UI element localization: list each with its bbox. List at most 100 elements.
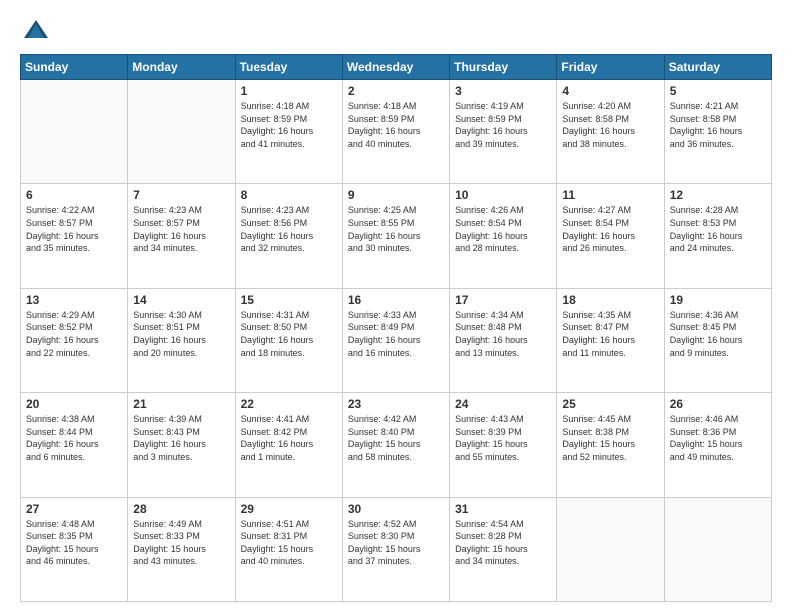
day-info: Sunrise: 4:21 AM Sunset: 8:58 PM Dayligh… bbox=[670, 100, 766, 150]
day-number: 12 bbox=[670, 188, 766, 202]
day-info: Sunrise: 4:42 AM Sunset: 8:40 PM Dayligh… bbox=[348, 413, 444, 463]
calendar-cell: 25Sunrise: 4:45 AM Sunset: 8:38 PM Dayli… bbox=[557, 393, 664, 497]
calendar-cell: 29 Sunrise: 4:51 AM Sunset: 8:31 PM Dayli… bbox=[235, 497, 342, 601]
calendar-cell bbox=[664, 497, 771, 601]
day-info: Sunrise: 4:22 AM Sunset: 8:57 PM Dayligh… bbox=[26, 204, 122, 254]
day-info: Sunrise: 4:31 AM Sunset: 8:50 PM Dayligh… bbox=[241, 309, 337, 359]
calendar-cell: 9 Sunrise: 4:25 AM Sunset: 8:55 PM Daylig… bbox=[342, 184, 449, 288]
calendar-cell bbox=[557, 497, 664, 601]
day-number: 15 bbox=[241, 293, 337, 307]
page: SundayMondayTuesdayWednesdayThursdayFrid… bbox=[0, 0, 792, 612]
day-number: 6 bbox=[26, 188, 122, 202]
calendar-cell: 10Sunrise: 4:26 AM Sunset: 8:54 PM Dayli… bbox=[450, 184, 557, 288]
day-info: Sunrise: 4:51 AM Sunset: 8:31 PM Dayligh… bbox=[241, 518, 337, 568]
calendar-cell bbox=[128, 80, 235, 184]
day-header-sunday: Sunday bbox=[21, 55, 128, 80]
day-number: 13 bbox=[26, 293, 122, 307]
day-number: 9 bbox=[348, 188, 444, 202]
calendar-header-row: SundayMondayTuesdayWednesdayThursdayFrid… bbox=[21, 55, 772, 80]
calendar-cell: 26Sunrise: 4:46 AM Sunset: 8:36 PM Dayli… bbox=[664, 393, 771, 497]
day-info: Sunrise: 4:36 AM Sunset: 8:45 PM Dayligh… bbox=[670, 309, 766, 359]
calendar-cell: 17 Sunrise: 4:34 AM Sunset: 8:48 PM Dayli… bbox=[450, 288, 557, 392]
day-info: Sunrise: 4:29 AM Sunset: 8:52 PM Dayligh… bbox=[26, 309, 122, 359]
calendar-cell: 16 Sunrise: 4:33 AM Sunset: 8:49 PM Dayli… bbox=[342, 288, 449, 392]
calendar-cell: 21Sunrise: 4:39 AM Sunset: 8:43 PM Dayli… bbox=[128, 393, 235, 497]
day-info: Sunrise: 4:48 AM Sunset: 8:35 PM Dayligh… bbox=[26, 518, 122, 568]
day-info: Sunrise: 4:46 AM Sunset: 8:36 PM Dayligh… bbox=[670, 413, 766, 463]
calendar-cell: 15 Sunrise: 4:31 AM Sunset: 8:50 PM Dayli… bbox=[235, 288, 342, 392]
calendar-cell: 11 Sunrise: 4:27 AM Sunset: 8:54 PM Dayli… bbox=[557, 184, 664, 288]
calendar-cell: 8 Sunrise: 4:23 AM Sunset: 8:56 PM Daylig… bbox=[235, 184, 342, 288]
calendar-cell: 31 Sunrise: 4:54 AM Sunset: 8:28 PM Dayli… bbox=[450, 497, 557, 601]
day-info: Sunrise: 4:39 AM Sunset: 8:43 PM Dayligh… bbox=[133, 413, 229, 463]
day-number: 17 bbox=[455, 293, 551, 307]
calendar-cell: 27 Sunrise: 4:48 AM Sunset: 8:35 PM Dayli… bbox=[21, 497, 128, 601]
day-number: 19 bbox=[670, 293, 766, 307]
calendar-cell bbox=[21, 80, 128, 184]
day-number: 18 bbox=[562, 293, 658, 307]
day-header-tuesday: Tuesday bbox=[235, 55, 342, 80]
calendar-cell: 3Sunrise: 4:19 AM Sunset: 8:59 PM Daylig… bbox=[450, 80, 557, 184]
day-number: 5 bbox=[670, 84, 766, 98]
day-info: Sunrise: 4:30 AM Sunset: 8:51 PM Dayligh… bbox=[133, 309, 229, 359]
calendar-cell: 18 Sunrise: 4:35 AM Sunset: 8:47 PM Dayli… bbox=[557, 288, 664, 392]
calendar-cell: 5 Sunrise: 4:21 AM Sunset: 8:58 PM Daylig… bbox=[664, 80, 771, 184]
day-number: 11 bbox=[562, 188, 658, 202]
day-info: Sunrise: 4:38 AM Sunset: 8:44 PM Dayligh… bbox=[26, 413, 122, 463]
logo-icon bbox=[22, 16, 50, 44]
day-number: 2 bbox=[348, 84, 444, 98]
day-number: 3 bbox=[455, 84, 551, 98]
calendar-table: SundayMondayTuesdayWednesdayThursdayFrid… bbox=[20, 54, 772, 602]
day-info: Sunrise: 4:33 AM Sunset: 8:49 PM Dayligh… bbox=[348, 309, 444, 359]
calendar-cell: 24Sunrise: 4:43 AM Sunset: 8:39 PM Dayli… bbox=[450, 393, 557, 497]
day-info: Sunrise: 4:23 AM Sunset: 8:56 PM Dayligh… bbox=[241, 204, 337, 254]
day-number: 4 bbox=[562, 84, 658, 98]
week-row-1: 1Sunrise: 4:18 AM Sunset: 8:59 PM Daylig… bbox=[21, 80, 772, 184]
day-info: Sunrise: 4:25 AM Sunset: 8:55 PM Dayligh… bbox=[348, 204, 444, 254]
day-info: Sunrise: 4:26 AM Sunset: 8:54 PM Dayligh… bbox=[455, 204, 551, 254]
day-info: Sunrise: 4:49 AM Sunset: 8:33 PM Dayligh… bbox=[133, 518, 229, 568]
day-number: 29 bbox=[241, 502, 337, 516]
day-number: 16 bbox=[348, 293, 444, 307]
calendar-cell: 28 Sunrise: 4:49 AM Sunset: 8:33 PM Dayli… bbox=[128, 497, 235, 601]
day-number: 23 bbox=[348, 397, 444, 411]
day-header-thursday: Thursday bbox=[450, 55, 557, 80]
calendar-cell: 13 Sunrise: 4:29 AM Sunset: 8:52 PM Dayli… bbox=[21, 288, 128, 392]
calendar-cell: 4 Sunrise: 4:20 AM Sunset: 8:58 PM Daylig… bbox=[557, 80, 664, 184]
day-info: Sunrise: 4:18 AM Sunset: 8:59 PM Dayligh… bbox=[241, 100, 337, 150]
day-header-saturday: Saturday bbox=[664, 55, 771, 80]
day-number: 22 bbox=[241, 397, 337, 411]
day-info: Sunrise: 4:27 AM Sunset: 8:54 PM Dayligh… bbox=[562, 204, 658, 254]
day-info: Sunrise: 4:41 AM Sunset: 8:42 PM Dayligh… bbox=[241, 413, 337, 463]
day-info: Sunrise: 4:34 AM Sunset: 8:48 PM Dayligh… bbox=[455, 309, 551, 359]
week-row-5: 27 Sunrise: 4:48 AM Sunset: 8:35 PM Dayli… bbox=[21, 497, 772, 601]
day-info: Sunrise: 4:20 AM Sunset: 8:58 PM Dayligh… bbox=[562, 100, 658, 150]
day-number: 28 bbox=[133, 502, 229, 516]
calendar-cell: 14Sunrise: 4:30 AM Sunset: 8:51 PM Dayli… bbox=[128, 288, 235, 392]
day-number: 8 bbox=[241, 188, 337, 202]
day-info: Sunrise: 4:54 AM Sunset: 8:28 PM Dayligh… bbox=[455, 518, 551, 568]
day-number: 7 bbox=[133, 188, 229, 202]
calendar-cell: 20 Sunrise: 4:38 AM Sunset: 8:44 PM Dayli… bbox=[21, 393, 128, 497]
day-number: 20 bbox=[26, 397, 122, 411]
day-number: 31 bbox=[455, 502, 551, 516]
day-info: Sunrise: 4:18 AM Sunset: 8:59 PM Dayligh… bbox=[348, 100, 444, 150]
calendar-cell: 22 Sunrise: 4:41 AM Sunset: 8:42 PM Dayli… bbox=[235, 393, 342, 497]
logo bbox=[20, 16, 50, 44]
week-row-2: 6 Sunrise: 4:22 AM Sunset: 8:57 PM Daylig… bbox=[21, 184, 772, 288]
week-row-3: 13 Sunrise: 4:29 AM Sunset: 8:52 PM Dayli… bbox=[21, 288, 772, 392]
day-info: Sunrise: 4:28 AM Sunset: 8:53 PM Dayligh… bbox=[670, 204, 766, 254]
calendar-cell: 6 Sunrise: 4:22 AM Sunset: 8:57 PM Daylig… bbox=[21, 184, 128, 288]
day-info: Sunrise: 4:23 AM Sunset: 8:57 PM Dayligh… bbox=[133, 204, 229, 254]
day-header-friday: Friday bbox=[557, 55, 664, 80]
calendar-cell: 2 Sunrise: 4:18 AM Sunset: 8:59 PM Daylig… bbox=[342, 80, 449, 184]
week-row-4: 20 Sunrise: 4:38 AM Sunset: 8:44 PM Dayli… bbox=[21, 393, 772, 497]
day-number: 27 bbox=[26, 502, 122, 516]
calendar-cell: 30Sunrise: 4:52 AM Sunset: 8:30 PM Dayli… bbox=[342, 497, 449, 601]
day-header-wednesday: Wednesday bbox=[342, 55, 449, 80]
day-header-monday: Monday bbox=[128, 55, 235, 80]
day-number: 24 bbox=[455, 397, 551, 411]
calendar-cell: 19 Sunrise: 4:36 AM Sunset: 8:45 PM Dayli… bbox=[664, 288, 771, 392]
day-info: Sunrise: 4:35 AM Sunset: 8:47 PM Dayligh… bbox=[562, 309, 658, 359]
day-info: Sunrise: 4:52 AM Sunset: 8:30 PM Dayligh… bbox=[348, 518, 444, 568]
